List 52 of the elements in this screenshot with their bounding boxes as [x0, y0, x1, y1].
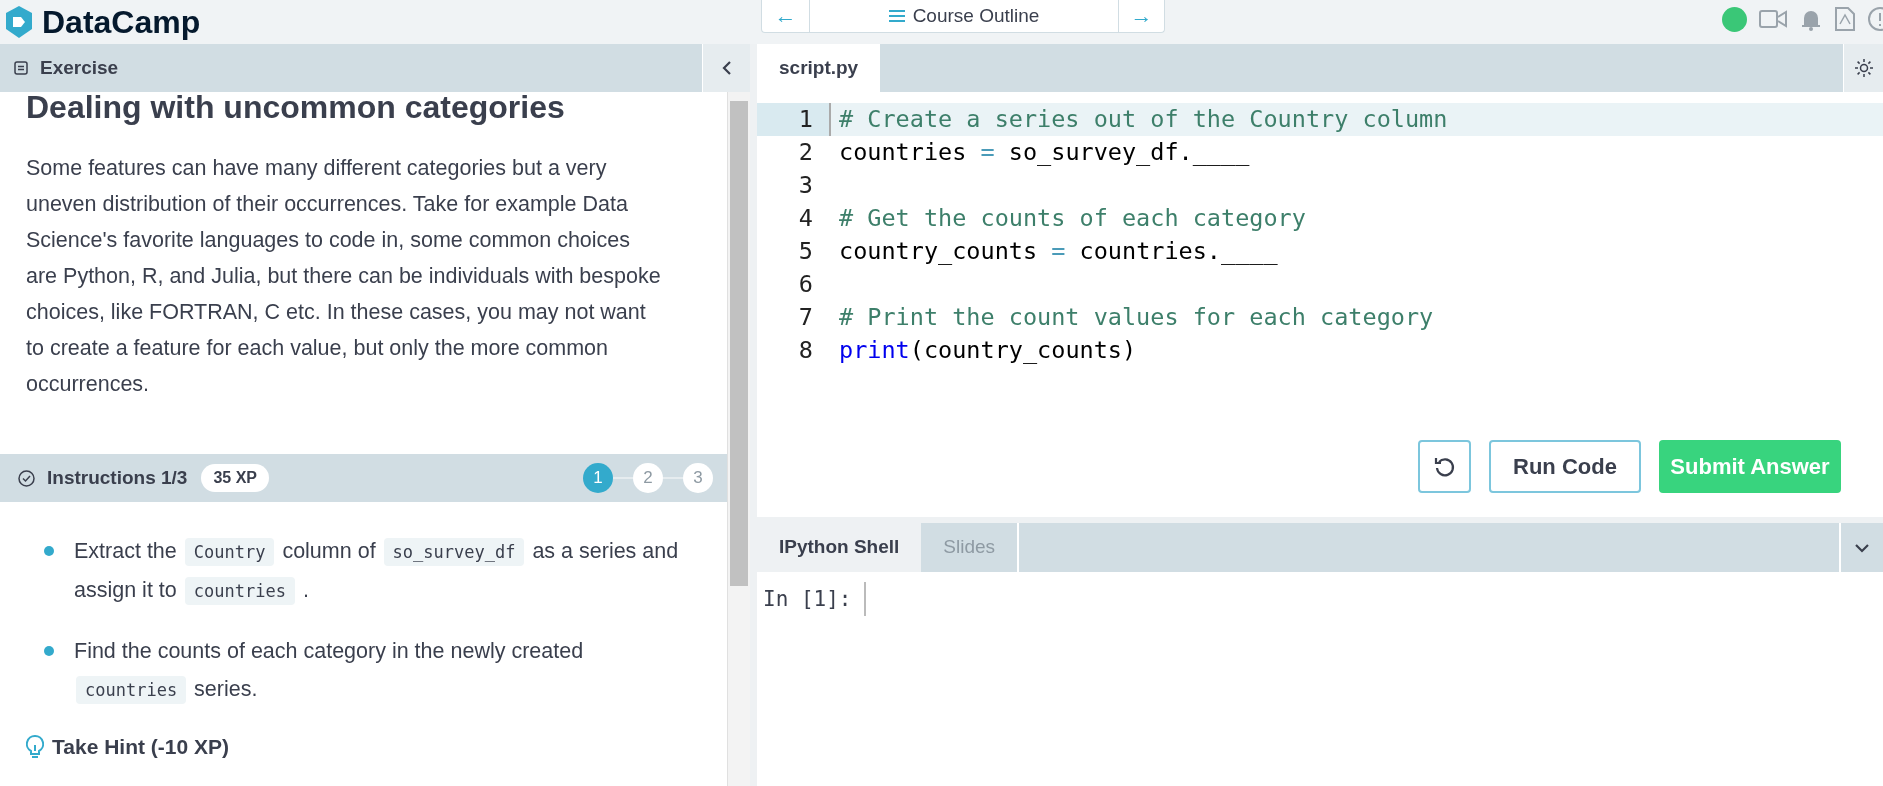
exercise-description: Some features can have many different categories but a very uneven distribution of their occurrences. Take for example Data Science's favorite languages to code in, some common choices are Python, R, and Julia, but there can be individuals with bespoke choices, like FORTRAN, C etc. In these cases, you may not want to create a feature for each value, but only the more common occurrences. [25, 155, 662, 398]
line-number: 3 [797, 169, 814, 201]
bullet-icon [44, 646, 54, 656]
take-hint-button[interactable]: Take Hint (-10 XP) [52, 731, 229, 763]
info-icon[interactable] [1867, 6, 1883, 32]
exercise-title: Dealing with uncommon categories [25, 90, 566, 124]
tab[interactable]: IPython Shell [757, 523, 922, 572]
code-line: print(country_counts) [838, 334, 1138, 366]
theme-toggle-button[interactable] [1843, 44, 1883, 92]
line-number: 4 [797, 202, 814, 234]
reset-icon [1433, 455, 1456, 478]
line-number: 1 [757, 103, 829, 136]
instruction-text: Extract the Country column of so_survey_df as a series and assign it to countries . [74, 532, 697, 610]
step-indicator[interactable]: 2 [633, 463, 663, 493]
line-number: 8 [797, 334, 814, 366]
document-icon [14, 61, 28, 75]
next-button[interactable]: → [1118, 0, 1164, 32]
sun-icon [1853, 58, 1874, 78]
logo-text: DataCamp [42, 3, 201, 41]
instruction-text: Find the counts of each category in the newly created countries series. [74, 632, 697, 709]
line-number: 5 [797, 235, 814, 267]
line-number: 2 [797, 136, 814, 168]
step-indicator[interactable]: 1 [583, 463, 613, 493]
pdf-document-icon[interactable] [1835, 7, 1855, 31]
chevron-down-icon [1854, 542, 1870, 553]
xp-badge: 35 XP [201, 464, 269, 492]
code-line: # Get the counts of each category [838, 202, 1307, 234]
run-code-button[interactable]: Run Code [1489, 440, 1641, 493]
console-prompt: In [1]: [763, 586, 852, 613]
submit-answer-button[interactable]: Submit Answer [1659, 440, 1841, 493]
line-number: 6 [797, 268, 814, 300]
panel-title: Exercise [40, 55, 119, 80]
course-outline-button[interactable]: Course Outline [810, 0, 1118, 32]
bullet-icon [44, 546, 54, 556]
check-circle-icon [18, 469, 35, 487]
step-indicator[interactable]: 3 [683, 463, 713, 493]
lightbulb-icon[interactable] [26, 734, 44, 759]
menu-icon [888, 9, 905, 23]
code-line: # Print the count values for each category [838, 301, 1435, 333]
scrollbar[interactable] [727, 92, 750, 786]
code-line: countries = so_survey_df.____ [838, 136, 1251, 168]
shield-logo-icon [4, 5, 34, 39]
video-camera-icon[interactable] [1759, 9, 1787, 29]
chevron-left-icon [721, 60, 732, 76]
collapse-button[interactable] [702, 44, 750, 92]
reset-button[interactable] [1418, 440, 1471, 493]
line-number: 7 [797, 301, 814, 333]
previous-button[interactable]: ← [762, 0, 810, 32]
instructions-title: Instructions 1/3 [47, 465, 188, 490]
tab[interactable]: script.py [757, 44, 881, 92]
text-cursor [863, 582, 866, 616]
code-line: country_counts = countries.____ [838, 235, 1279, 267]
